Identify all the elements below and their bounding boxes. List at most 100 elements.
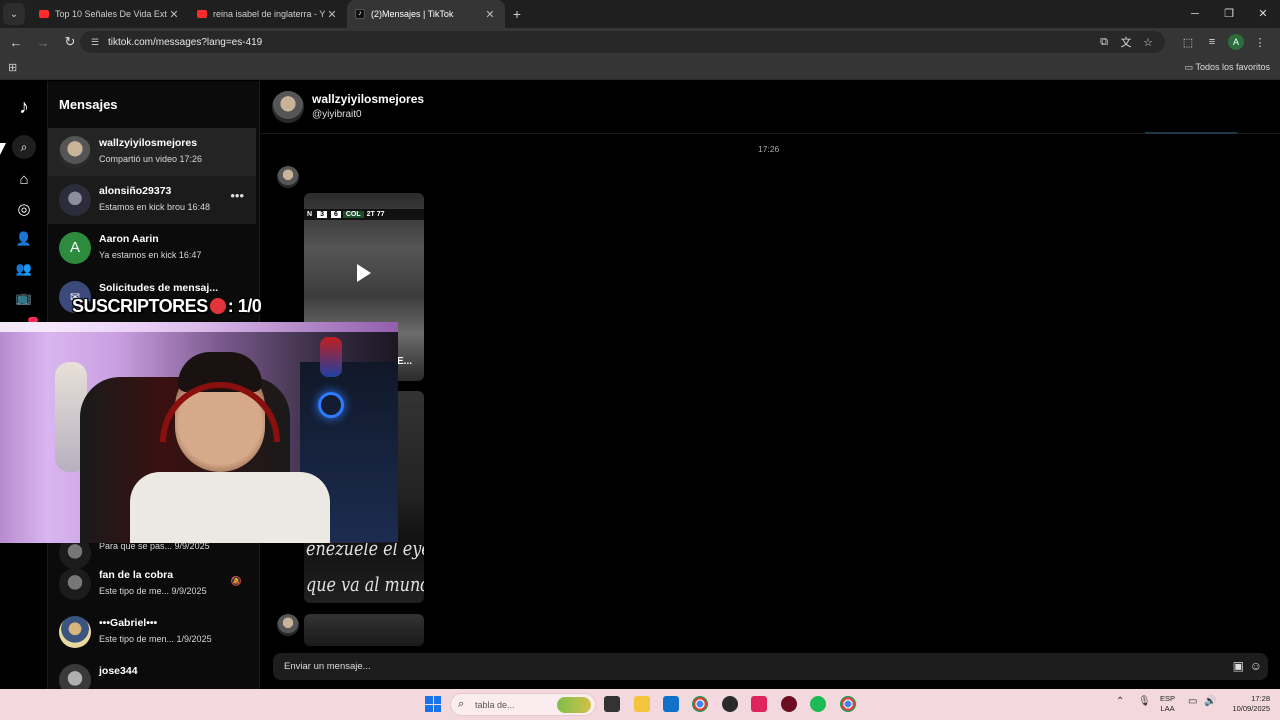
conversation-name: fan de la cobra — [99, 569, 174, 581]
language-indicator[interactable]: ESP LAA — [1160, 694, 1175, 714]
address-bar[interactable]: ☰ tiktok.com/messages?lang=es-419 ⧉ 文 ☆ — [80, 31, 1165, 53]
home-icon[interactable]: ⌂ — [14, 170, 34, 190]
tab-title: Top 10 Señales De Vida Extrate — [55, 9, 167, 19]
search-highlight-image — [557, 697, 591, 713]
conversation-item[interactable]: jose344 — [48, 656, 256, 689]
bookmarks-bar: ⊞ ▭ Todos los favoritos — [0, 56, 1280, 80]
conversation-item[interactable]: wallzyiyilosmejores Compartió un video 1… — [48, 128, 256, 176]
close-window-icon[interactable]: ✕ — [1246, 0, 1280, 28]
volume-icon[interactable]: 🔊 — [1204, 696, 1216, 707]
new-tab-button[interactable]: + — [505, 6, 529, 22]
conversation-item[interactable]: fan de la cobra Este tipo de me... 9/9/2… — [48, 560, 256, 608]
conversation-name: Solicitudes de mensaj... — [99, 282, 219, 294]
score-left: 3 — [317, 211, 327, 218]
live-icon[interactable]: 📺 — [14, 288, 34, 308]
microphone-icon[interactable]: 🎙 — [1138, 696, 1151, 707]
tiktok-logo-icon[interactable]: ♪ — [14, 97, 34, 117]
subscriber-label: SUSCRIPTORES — [72, 296, 208, 316]
chat-user-name[interactable]: wallzyiyilosmejores — [312, 92, 424, 106]
restore-icon[interactable]: ❐ — [1212, 0, 1246, 28]
browser-toolbar: ← → ↻ ☰ tiktok.com/messages?lang=es-419 … — [0, 28, 1280, 56]
score-left-edge: N — [307, 211, 313, 218]
conversation-name: jose344 — [99, 665, 138, 677]
following-icon[interactable]: 👤 — [14, 229, 34, 249]
task-view-icon[interactable] — [604, 696, 620, 712]
tab-close-button[interactable]: ✕ — [325, 8, 339, 21]
shared-video-card[interactable] — [304, 614, 424, 646]
windows-start-icon[interactable] — [425, 696, 441, 712]
search-icon[interactable]: ⌕ — [14, 137, 34, 157]
chat-user-avatar[interactable] — [272, 91, 304, 123]
browser-tab-1[interactable]: Top 10 Señales De Vida Extrate ✕ — [31, 0, 189, 28]
image-icon[interactable]: ▣ — [1233, 659, 1244, 673]
youtube-icon — [197, 10, 207, 18]
more-options-icon[interactable]: ••• — [230, 188, 244, 203]
bookmark-star-icon[interactable]: ☆ — [1137, 36, 1159, 49]
media-app-icon[interactable] — [781, 696, 797, 712]
avatar — [59, 568, 91, 600]
chrome-menu-icon[interactable]: ⋮ — [1248, 36, 1272, 49]
sender-avatar — [277, 166, 299, 188]
conversation-preview: Compartió un video 17:26 — [99, 154, 203, 164]
translate-icon[interactable]: 文 — [1115, 34, 1137, 50]
conversation-item[interactable]: A Aaron Aarin Ya estamos en kick 16:47 — [48, 224, 256, 272]
profile-avatar[interactable]: A — [1228, 34, 1244, 50]
subscriber-counter-overlay: SUSCRIPTORES: 1/0 — [72, 296, 262, 317]
media-icon[interactable]: ≡ — [1200, 36, 1224, 48]
conversation-item[interactable]: •••Gabriel••• Este tipo de men... 1/9/20… — [48, 608, 256, 656]
emoji-icon[interactable]: ☺ — [1250, 659, 1262, 673]
chat-user-handle: @yiyibrait0 — [312, 109, 362, 120]
streamer-shirt — [130, 472, 330, 543]
tab-close-button[interactable]: ✕ — [167, 8, 181, 21]
header-divider — [1145, 132, 1237, 134]
all-bookmarks-label: Todos los favoritos — [1195, 62, 1270, 72]
file-explorer-icon[interactable] — [634, 696, 650, 712]
spotify-icon[interactable] — [810, 696, 826, 712]
install-app-icon[interactable]: ⧉ — [1093, 36, 1115, 49]
all-bookmarks-folder[interactable]: ▭ Todos los favoritos — [1185, 62, 1270, 73]
keyboard-layout: LAA — [1160, 704, 1175, 713]
reload-icon[interactable]: ↻ — [58, 34, 82, 50]
explore-icon[interactable]: ◎ — [14, 200, 34, 220]
score-overlay: N 3 6 COL 2T 77 — [304, 209, 424, 220]
browser-tab-3[interactable]: ♪ (2)Mensajes | TikTok ✕ — [347, 0, 505, 28]
chat-header: wallzyiyilosmejores @yiyibrait0 — [261, 81, 1280, 134]
chrome-active-icon[interactable] — [840, 696, 856, 712]
browser-tab-2[interactable]: reina isabel de inglaterra - YouT ✕ — [189, 0, 347, 28]
conversation-preview: Ya estamos en kick 16:47 — [99, 250, 202, 260]
led-light — [0, 322, 398, 332]
play-icon[interactable] — [357, 264, 371, 282]
site-info-icon[interactable]: ☰ — [84, 37, 106, 48]
conversation-name: •••Gabriel••• — [99, 617, 158, 629]
chrome-icon[interactable] — [692, 696, 708, 712]
video-caption: E... — [397, 356, 413, 367]
friends-icon[interactable]: 👥 — [14, 259, 34, 279]
outlook-icon[interactable] — [663, 696, 679, 712]
team-label: COL — [342, 211, 364, 218]
tiktok-app-icon[interactable] — [751, 696, 767, 712]
omnibox-actions: ⧉ 文 ☆ — [1093, 31, 1159, 53]
tab-title: (2)Mensajes | TikTok — [371, 9, 454, 19]
display-icon[interactable]: ▭ — [1188, 696, 1197, 707]
conversation-item[interactable]: alonsiño29373 Estamos en kick brou 16:48… — [48, 176, 256, 224]
conversation-preview: Estamos en kick brou 16:48 — [99, 202, 211, 212]
forward-icon[interactable]: → — [31, 35, 55, 50]
obs-icon[interactable] — [722, 696, 738, 712]
avatar — [59, 664, 91, 689]
sender-avatar — [277, 614, 299, 636]
back-icon[interactable]: ← — [4, 35, 28, 50]
system-clock[interactable]: 17:28 10/09/2025 — [1224, 694, 1270, 714]
taskbar-search[interactable]: ⌕ tabla de... — [450, 693, 596, 716]
webcam-overlay — [0, 322, 398, 543]
apps-grid-icon[interactable]: ⊞ — [8, 61, 17, 74]
match-period: 2T 77 — [366, 211, 385, 218]
minimize-icon[interactable]: ─ — [1178, 0, 1212, 28]
muted-bell-icon: 🔕 — [230, 576, 242, 586]
conversation-name: Aaron Aarin — [99, 233, 159, 245]
message-input[interactable]: Enviar un mensaje... ▣ ☺ — [273, 653, 1268, 680]
tray-overflow-icon[interactable]: ⌃ — [1116, 696, 1124, 707]
window-controls: ─ ❐ ✕ — [1178, 0, 1280, 28]
tab-search-button[interactable]: ⌄ — [3, 3, 25, 25]
extensions-icon[interactable]: ⬚ — [1176, 36, 1200, 49]
tab-close-button[interactable]: ✕ — [483, 8, 497, 21]
